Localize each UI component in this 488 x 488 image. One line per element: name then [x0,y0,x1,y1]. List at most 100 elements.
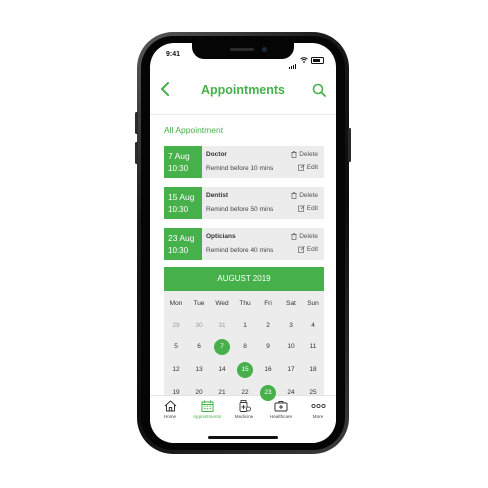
edit-button[interactable]: Edit [297,205,318,212]
more-dots-icon [310,403,326,409]
calendar-day[interactable]: 1 [234,322,256,329]
notch [192,43,294,59]
trash-icon [291,233,297,240]
calendar-day[interactable]: 4 [302,322,324,329]
page-title: Appointments [200,83,286,97]
edit-label: Edit [306,246,318,253]
calendar-day[interactable]: 3 [280,322,302,329]
calendar-day[interactable]: 6 [188,343,210,350]
edit-button[interactable]: Edit [297,246,318,253]
appointment-date-block: 23 Aug 10:30 [164,228,202,260]
appointment-date: 15 Aug [168,192,195,202]
tab-label: More [312,414,324,419]
status-time: 9:41 [166,51,181,58]
appointment-date: 7 Aug [168,151,190,161]
calendar-day[interactable]: 15 [234,362,256,378]
medical-kit-icon [274,401,288,412]
appointment-type: Doctor [206,151,227,158]
delete-button[interactable]: Delete [291,192,318,199]
search-button[interactable] [312,83,326,97]
front-camera [262,47,267,52]
edit-button[interactable]: Edit [297,164,318,171]
calendar-day[interactable]: 9 [257,343,279,350]
trash-icon [291,192,297,199]
edit-icon [297,205,305,212]
tab-bar: Home Appointments Medicine Healthcare Mo… [150,395,336,443]
calendar-day[interactable]: 19 [165,389,187,396]
appointment-date-block: 7 Aug 10:30 [164,146,202,178]
appointment-reminder: Remind before 40 mins [206,247,274,254]
appointment-reminder: Remind before 10 mins [206,165,274,172]
calendar-month: AUGUST 2019 [164,267,324,291]
section-title: All Appointment [164,125,224,135]
appointment-type: Opticians [206,233,236,240]
header-divider [150,114,336,115]
calendar-day[interactable]: 2 [257,322,279,329]
calendar-day[interactable]: 5 [165,343,187,350]
tab-label: Medicine [234,414,254,419]
home-indicator [208,436,278,439]
calendar-day[interactable]: 25 [302,389,324,396]
weekday-label: Wed [215,300,229,307]
wifi-icon [300,57,308,63]
calendar-day[interactable]: 17 [280,366,302,373]
appointment-card[interactable]: 23 Aug 10:30 Opticians Remind before 40 … [164,228,324,260]
calendar-day[interactable]: 21 [211,389,233,396]
tab-home[interactable]: Home [152,400,188,419]
calendar-day[interactable]: 8 [234,343,256,350]
tab-appointments[interactable]: Appointments [189,400,225,419]
home-icon [164,400,176,412]
calendar-day[interactable]: 31 [211,322,233,329]
weekday-label: Sun [307,300,319,307]
edit-icon [297,164,305,171]
appointment-card[interactable]: 7 Aug 10:30 Doctor Remind before 10 mins… [164,146,324,178]
calendar-day[interactable]: 10 [280,343,302,350]
tab-medicine[interactable]: Medicine [226,400,262,419]
battery-icon [311,56,324,64]
calendar-day[interactable]: 29 [165,322,187,329]
appointment-time: 10:30 [168,164,189,173]
weekday-label: Tue [193,300,205,307]
calendar-day[interactable]: 14 [211,366,233,373]
speaker [230,48,254,51]
signal-icon [288,51,297,69]
edit-label: Edit [306,205,318,212]
tab-label: Appointments [192,414,222,419]
tab-more[interactable]: More [300,400,336,419]
tab-healthcare[interactable]: Healthcare [263,400,299,419]
delete-button[interactable]: Delete [291,151,318,158]
weekday-label: Fri [264,300,272,307]
power-button [348,128,351,162]
appointment-card[interactable]: 15 Aug 10:30 Dentist Remind before 50 mi… [164,187,324,219]
calendar-day[interactable]: 30 [188,322,210,329]
appointment-date: 23 Aug [168,233,195,243]
delete-label: Delete [299,151,318,158]
appointment-type: Dentist [206,192,229,199]
calendar-day[interactable]: 20 [188,389,210,396]
calendar-day[interactable]: 18 [302,366,324,373]
delete-button[interactable]: Delete [291,233,318,240]
delete-label: Delete [299,233,318,240]
search-icon [312,83,326,97]
volume-down-button [135,142,138,164]
calendar-day[interactable]: 23 [257,385,279,401]
calendar-day[interactable]: 16 [257,366,279,373]
calendar-day[interactable]: 13 [188,366,210,373]
edit-label: Edit [306,164,318,171]
tab-label: Home [163,414,177,419]
appointment-time: 10:30 [168,246,189,255]
edit-icon [297,246,305,253]
calendar-day[interactable]: 11 [302,343,324,350]
medicine-bottle-icon [239,400,251,412]
calendar-day[interactable]: 7 [211,339,233,355]
trash-icon [291,151,297,158]
delete-label: Delete [299,192,318,199]
calendar-day[interactable]: 12 [165,366,187,373]
calendar-day[interactable]: 22 [234,389,256,396]
weekday-label: Thu [239,300,251,307]
weekday-label: Mon [169,300,183,307]
weekday-label: Sat [286,300,296,307]
status-icons [288,51,324,69]
appointment-time: 10:30 [168,205,189,214]
calendar-day[interactable]: 24 [280,389,302,396]
